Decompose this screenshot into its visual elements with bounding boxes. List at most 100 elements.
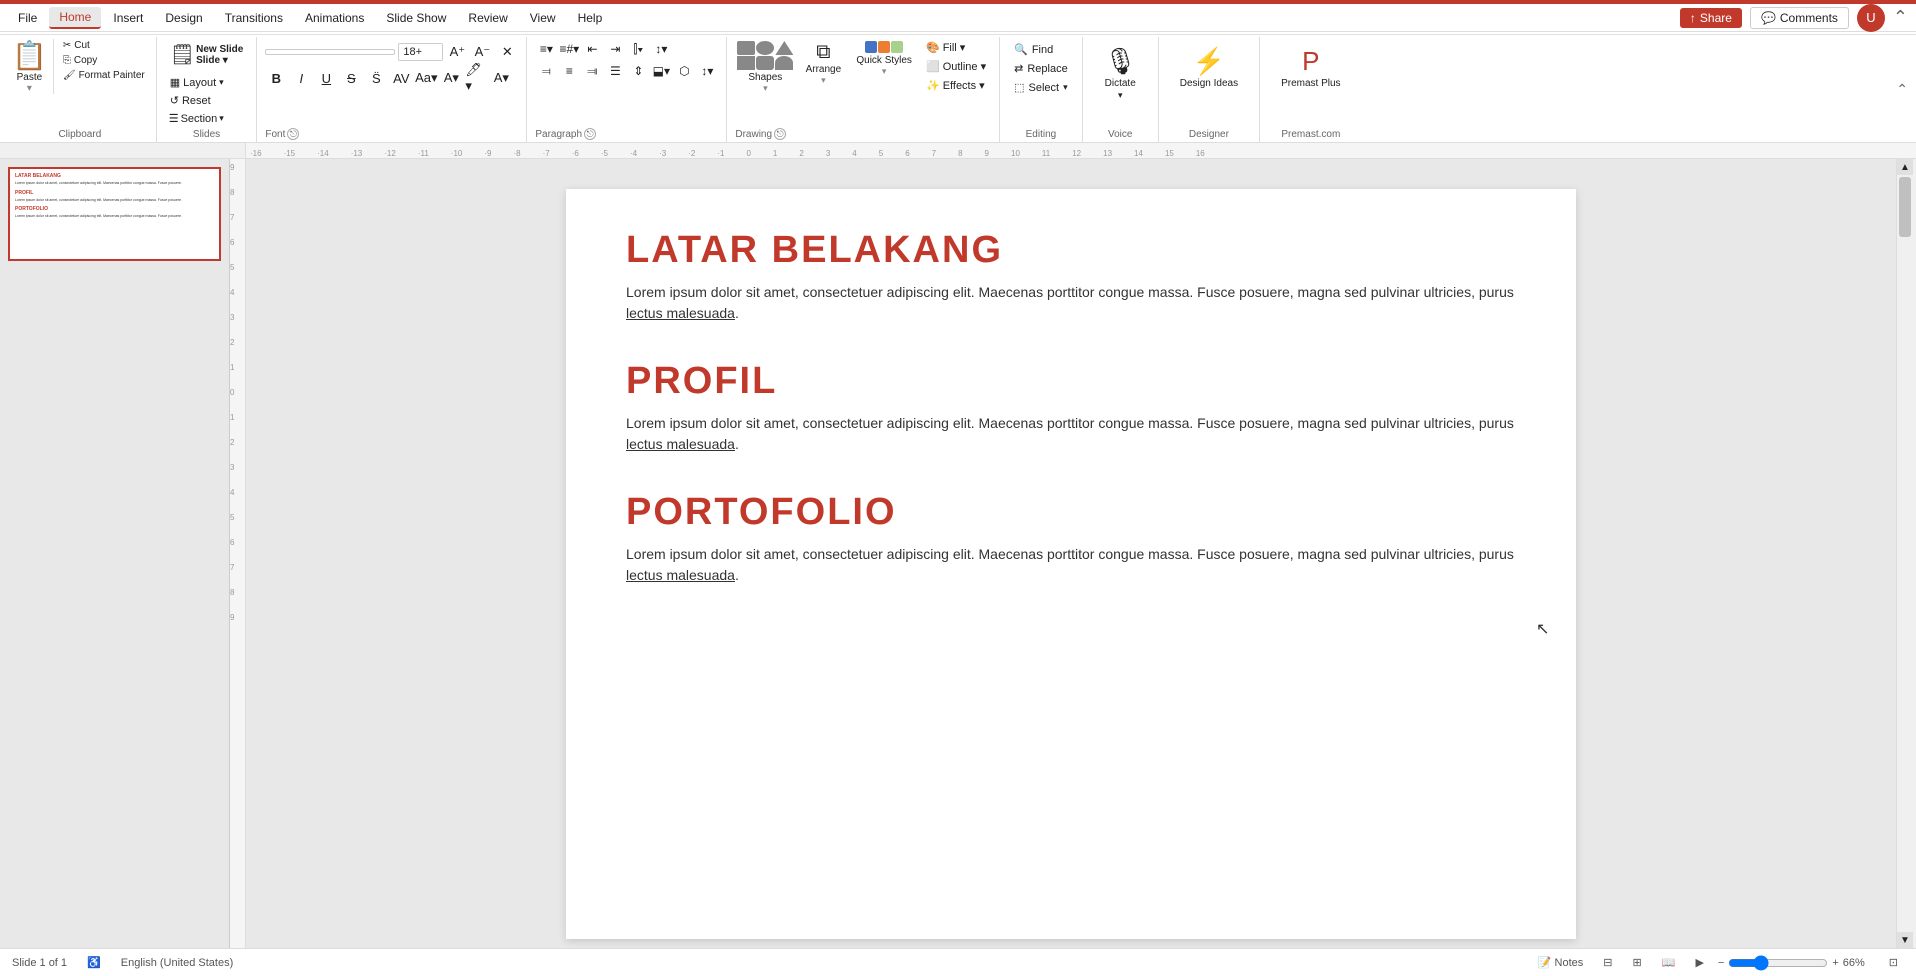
slide[interactable]: LATAR BELAKANG Lorem ipsum dolor sit ame… xyxy=(566,189,1576,939)
zoom-level[interactable]: 66% xyxy=(1843,957,1875,969)
ribbon-collapse-button[interactable]: ⌃ xyxy=(1896,81,1908,98)
arrange-button[interactable]: ⧉ Arrange ▾ xyxy=(799,39,847,88)
menu-view[interactable]: View xyxy=(520,8,566,28)
new-slide-button[interactable]: 🗒 New Slide Slide ▾ xyxy=(165,39,249,70)
strikethrough-button[interactable]: S xyxy=(340,67,362,89)
menu-design[interactable]: Design xyxy=(155,8,212,28)
collapse-ribbon-button[interactable]: ⌃ xyxy=(1893,7,1908,28)
menu-file[interactable]: File xyxy=(8,8,47,28)
scroll-down-button[interactable]: ▼ xyxy=(1897,932,1913,948)
italic-button[interactable]: I xyxy=(290,67,312,89)
drawing-group: Shapes ▾ ⧉ Arrange ▾ Qu xyxy=(727,37,1000,142)
align-left-button[interactable]: ⫤ xyxy=(535,61,557,81)
scroll-up-button[interactable]: ▲ xyxy=(1897,159,1913,175)
align-text-button[interactable]: ⬓▾ xyxy=(650,61,672,81)
shape-fill-button[interactable]: 🎨 Fill ▾ xyxy=(921,39,991,56)
font-dialog-launcher[interactable]: ⎋ xyxy=(287,128,299,140)
accessibility-icon[interactable]: ♿ xyxy=(87,956,101,969)
editing-group-content: 🔍 Find ⇄ Replace ⬚ Select ▾ xyxy=(1008,39,1074,127)
paste-button[interactable]: 📋 Paste ▾ xyxy=(12,39,54,94)
numbering-button[interactable]: ≡#▾ xyxy=(558,39,580,59)
premast-plus-button[interactable]: P Premast Plus xyxy=(1276,43,1345,92)
copy-button[interactable]: ⎘ Copy xyxy=(60,54,148,67)
shadow-button[interactable]: S̈ xyxy=(365,67,387,89)
ribbon-collapse-area: ⌃ xyxy=(1896,37,1912,142)
comments-button[interactable]: 💬 Comments xyxy=(1750,7,1849,29)
normal-view-button[interactable]: ⊟ xyxy=(1597,954,1618,971)
menu-animations[interactable]: Animations xyxy=(295,8,374,28)
designer-group-content: ⚡ Design Ideas xyxy=(1167,39,1251,127)
para-spacing-button[interactable]: ↕▾ xyxy=(696,61,718,81)
dictate-button[interactable]: 🎙 Dictate ▾ xyxy=(1099,43,1142,104)
zoom-slider[interactable] xyxy=(1728,955,1828,971)
slideshow-button[interactable]: ▶ xyxy=(1689,954,1709,971)
cut-button[interactable]: ✂ Cut xyxy=(60,39,148,52)
format-painter-button[interactable]: 🖌 Format Painter xyxy=(60,69,148,82)
select-button[interactable]: ⬚ Select ▾ xyxy=(1008,79,1074,96)
bold-button[interactable]: B xyxy=(265,67,287,89)
drawing-dialog-launcher[interactable]: ⎋ xyxy=(774,128,786,140)
zoom-out-button[interactable]: − xyxy=(1718,957,1724,969)
menu-slideshow[interactable]: Slide Show xyxy=(376,8,456,28)
design-ideas-button[interactable]: ⚡ Design Ideas xyxy=(1175,43,1243,92)
shape-effects-button[interactable]: ✨ Effects ▾ xyxy=(921,77,991,94)
share-button[interactable]: ↑ Share xyxy=(1680,8,1742,28)
section-2-title: PROFIL xyxy=(626,360,1516,403)
scroll-thumb[interactable] xyxy=(1899,177,1911,237)
menu-transitions[interactable]: Transitions xyxy=(215,8,293,28)
font-color-button[interactable]: A▾ xyxy=(440,67,462,89)
section-3-title: PORTOFOLIO xyxy=(626,491,1516,534)
text-direction-button[interactable]: ⇕ xyxy=(627,61,649,81)
find-button[interactable]: 🔍 Find xyxy=(1008,41,1074,58)
paragraph-dialog-launcher[interactable]: ⎋ xyxy=(584,128,596,140)
menu-home[interactable]: Home xyxy=(49,7,101,29)
menu-review[interactable]: Review xyxy=(458,8,517,28)
align-center-button[interactable]: ≡ xyxy=(558,61,580,81)
shapes-button[interactable]: Shapes ▾ xyxy=(735,39,795,96)
section-button[interactable]: ☰ Section ▾ xyxy=(165,110,229,127)
fit-slide-button[interactable]: ⊡ xyxy=(1883,954,1904,971)
underline-button[interactable]: U xyxy=(315,67,337,89)
menu-insert[interactable]: Insert xyxy=(103,8,153,28)
share-icon: ↑ xyxy=(1690,11,1696,25)
clear-formatting-button[interactable]: ✕ xyxy=(496,41,518,63)
shape-outline-button[interactable]: ⬜ Outline ▾ xyxy=(921,58,991,75)
editing-label: Editing xyxy=(1008,127,1074,140)
slide-sorter-button[interactable]: ⊞ xyxy=(1627,954,1648,971)
layout-button[interactable]: ▦ Layout ▾ xyxy=(165,74,229,91)
premast-group-content: P Premast Plus xyxy=(1268,39,1353,127)
menu-help[interactable]: Help xyxy=(568,8,613,28)
smart-art-button[interactable]: ⬡ xyxy=(673,61,695,81)
reading-view-button[interactable]: 📖 xyxy=(1656,954,1682,971)
dictate-icon: 🎙 xyxy=(1104,46,1137,77)
text-shadow-button[interactable]: A▾ xyxy=(490,67,512,89)
font-name-input[interactable] xyxy=(265,49,395,55)
character-spacing-button[interactable]: AV xyxy=(390,67,412,89)
bullets-button[interactable]: ≡▾ xyxy=(535,39,557,59)
user-avatar[interactable]: U xyxy=(1857,4,1885,32)
reset-button[interactable]: ↺ Reset xyxy=(165,92,229,109)
section-1-link[interactable]: lectus malesuada xyxy=(626,305,735,321)
justify-button[interactable]: ☰ xyxy=(604,61,626,81)
notes-button[interactable]: 📝 Notes xyxy=(1532,954,1589,971)
change-case-button[interactable]: Aa▾ xyxy=(415,67,437,89)
highlight-color-button[interactable]: 🖊▾ xyxy=(465,67,487,89)
align-right-button[interactable]: ⫥ xyxy=(581,61,603,81)
paste-icon: 📋 xyxy=(12,39,47,72)
font-size-decrease-button[interactable]: A⁻ xyxy=(471,41,493,63)
slide-thumbnail-container: 1 LATAR BELAKANG Lorem ipsum dolor sit a… xyxy=(8,167,221,261)
increase-indent-button[interactable]: ⇥ xyxy=(604,39,626,59)
premast-label: Premast.com xyxy=(1268,127,1353,140)
slide-thumbnail[interactable]: LATAR BELAKANG Lorem ipsum dolor sit ame… xyxy=(8,167,221,261)
font-size-increase-button[interactable]: A⁺ xyxy=(446,41,468,63)
language[interactable]: English (United States) xyxy=(121,957,234,969)
quick-styles-button[interactable]: Quick Styles ▾ xyxy=(851,39,917,79)
zoom-in-button[interactable]: + xyxy=(1832,957,1838,969)
section-2-link[interactable]: lectus malesuada xyxy=(626,436,735,452)
line-spacing-button[interactable]: ↕▾ xyxy=(650,39,672,59)
replace-button[interactable]: ⇄ Replace xyxy=(1008,60,1074,77)
section-3-link[interactable]: lectus malesuada xyxy=(626,567,735,583)
columns-button[interactable]: ⫿▾ xyxy=(627,39,649,59)
font-size-input[interactable]: 18+ xyxy=(398,43,443,61)
decrease-indent-button[interactable]: ⇤ xyxy=(581,39,603,59)
